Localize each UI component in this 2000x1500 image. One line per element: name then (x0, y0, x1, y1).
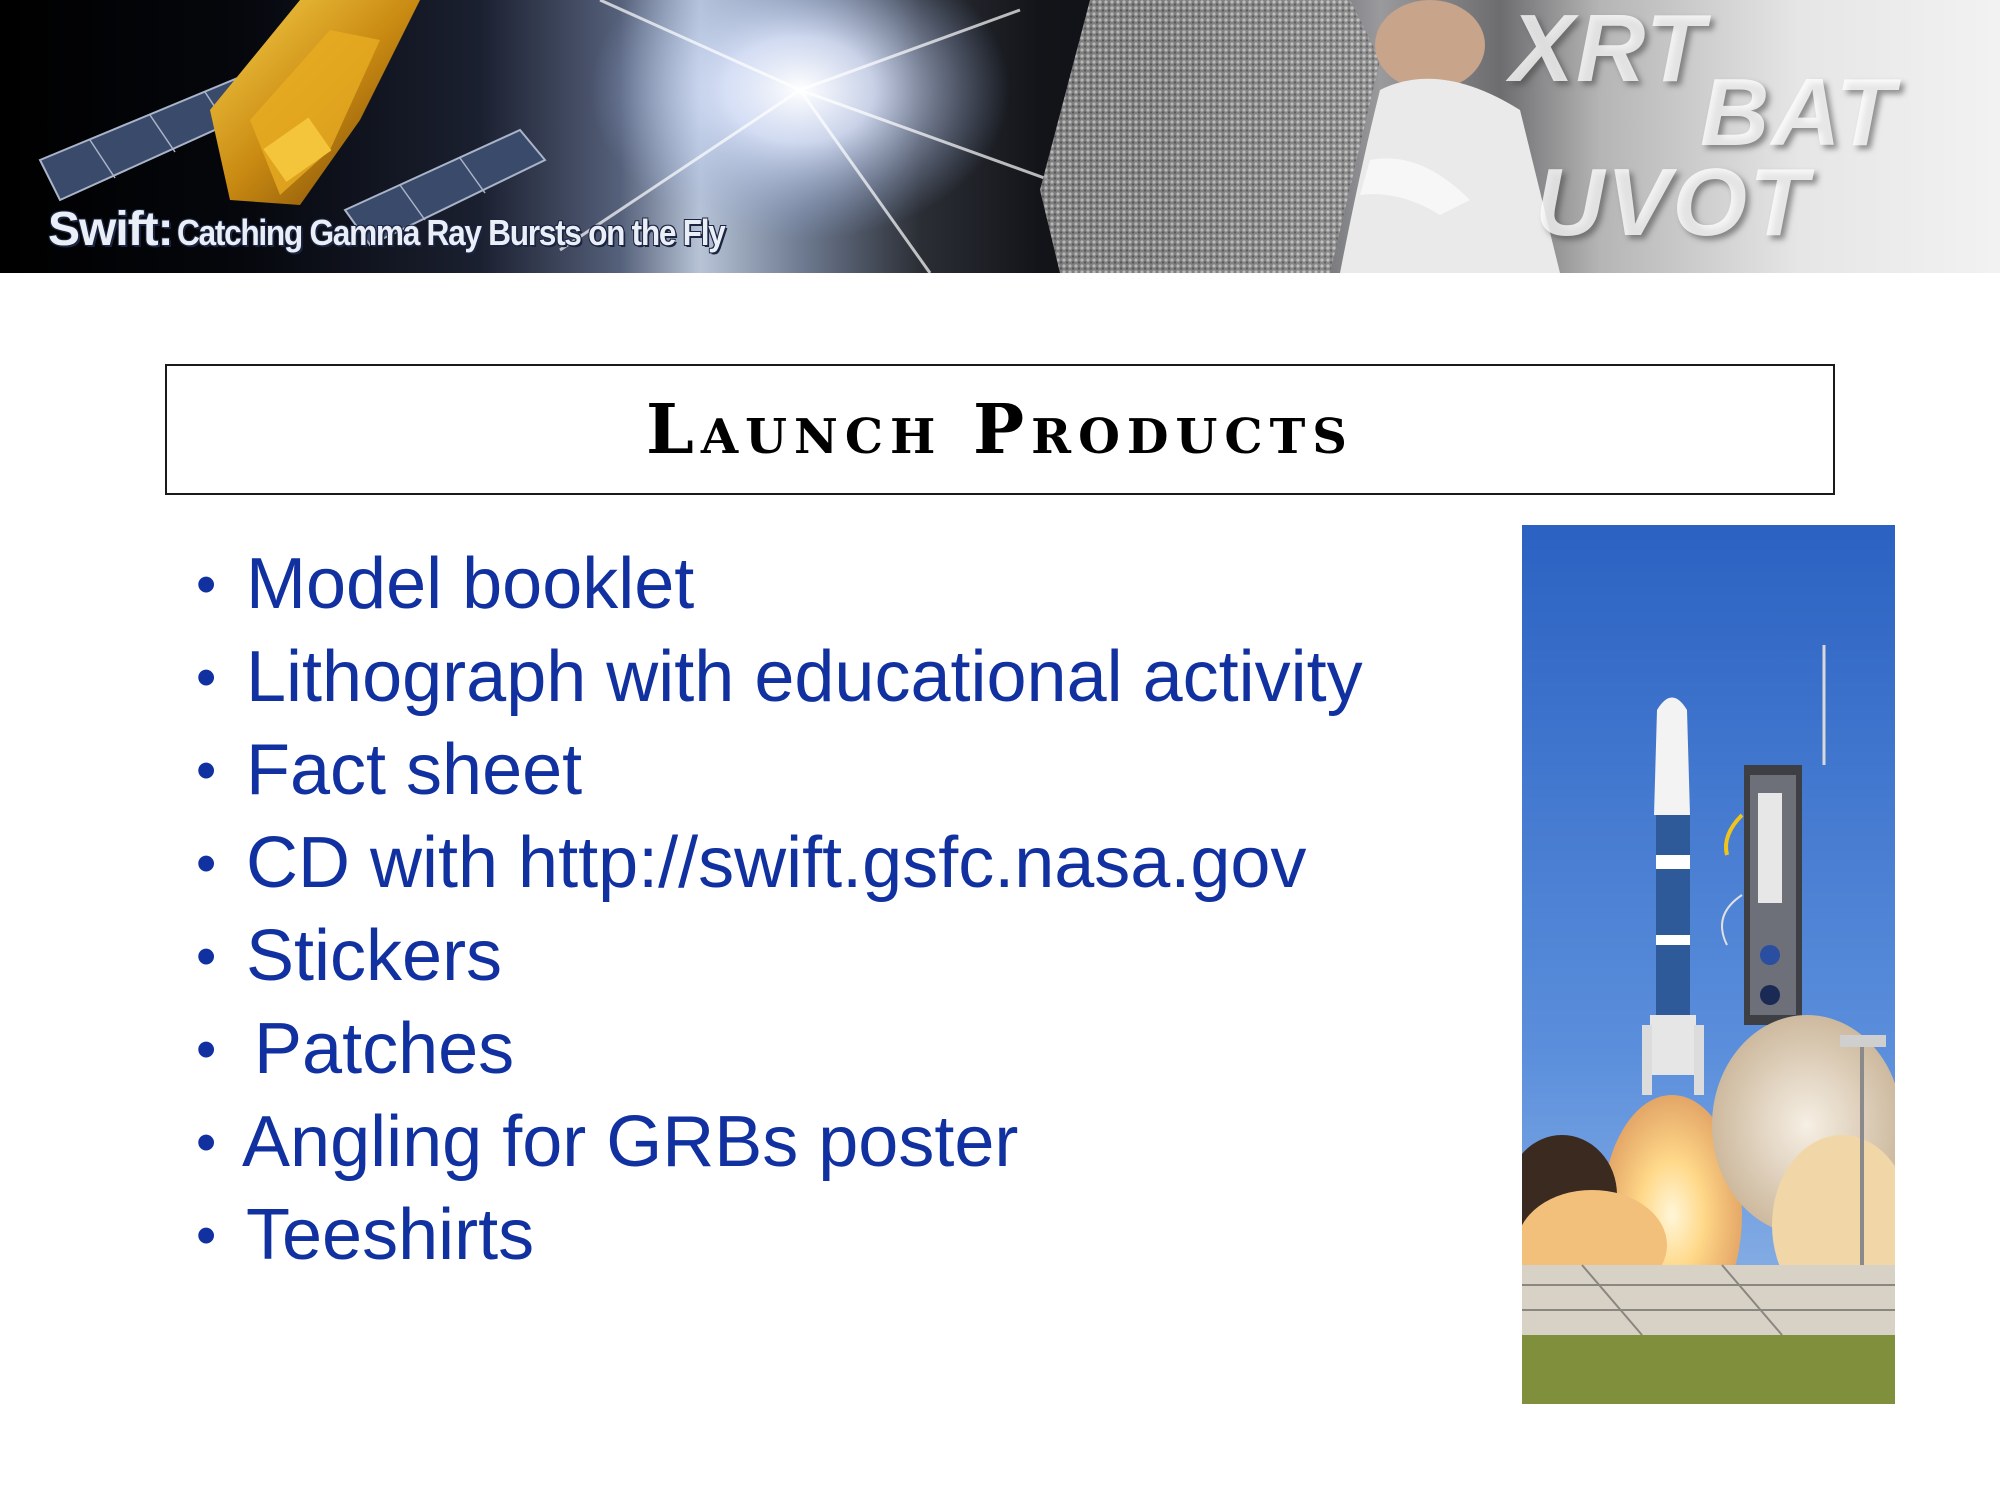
instrument-uvot: UVOT (1535, 149, 1810, 256)
bullet-icon: • (196, 831, 217, 896)
list-item-text: Stickers (246, 916, 503, 996)
grass (1522, 1335, 1895, 1404)
header-banner: Swift: Catching Gamma Ray Bursts on the … (0, 0, 2000, 273)
bullet-icon: • (196, 1017, 217, 1082)
launch-pad (1522, 1264, 1895, 1336)
detector-plate (1040, 0, 1380, 273)
list-item: • Angling for GRBs poster (196, 1096, 1363, 1189)
bullet-icon: • (196, 1203, 217, 1268)
banner-tagline: Catching Gamma Ray Bursts on the Fly (177, 212, 726, 253)
bullet-icon: • (196, 552, 217, 617)
list-item: • Teeshirts (196, 1189, 1363, 1282)
launch-products-list: • Model booklet • Lithograph with educatio… (196, 538, 1363, 1282)
rocket-launch-illustration (1522, 525, 1895, 1404)
list-item-text: Patches (254, 1009, 515, 1089)
list-item: • Patches (196, 1003, 1363, 1096)
list-item: • Stickers (196, 910, 1363, 1003)
bullet-icon: • (196, 738, 217, 803)
banner-title: Swift: Catching Gamma Ray Bursts on the … (48, 202, 799, 257)
swift-logo-text: Swift: (48, 203, 174, 256)
rocket-launch-photo (1522, 525, 1895, 1404)
bullet-icon: • (196, 1110, 217, 1175)
instrument-xrt: XRT (1510, 0, 1707, 102)
list-item: • Model booklet (196, 538, 1363, 631)
bullet-icon: • (196, 645, 217, 710)
list-item-text: Lithograph with educational activity (246, 637, 1363, 717)
list-item-text: Fact sheet (246, 730, 583, 810)
list-item: • Fact sheet (196, 724, 1363, 817)
list-item-text: Model booklet (246, 544, 695, 624)
list-item-text: CD with http://swift.gsfc.nasa.gov (246, 823, 1307, 903)
slide-title-box: Launch Products (165, 364, 1835, 495)
list-item-text: Angling for GRBs poster (242, 1102, 1019, 1182)
bullet-icon: • (196, 924, 217, 989)
list-item: • Lithograph with educational activity (196, 631, 1363, 724)
list-item-text: Teeshirts (246, 1195, 535, 1275)
slide-title: Launch Products (646, 389, 1354, 470)
list-item: • CD with http://swift.gsfc.nasa.gov (196, 817, 1363, 910)
